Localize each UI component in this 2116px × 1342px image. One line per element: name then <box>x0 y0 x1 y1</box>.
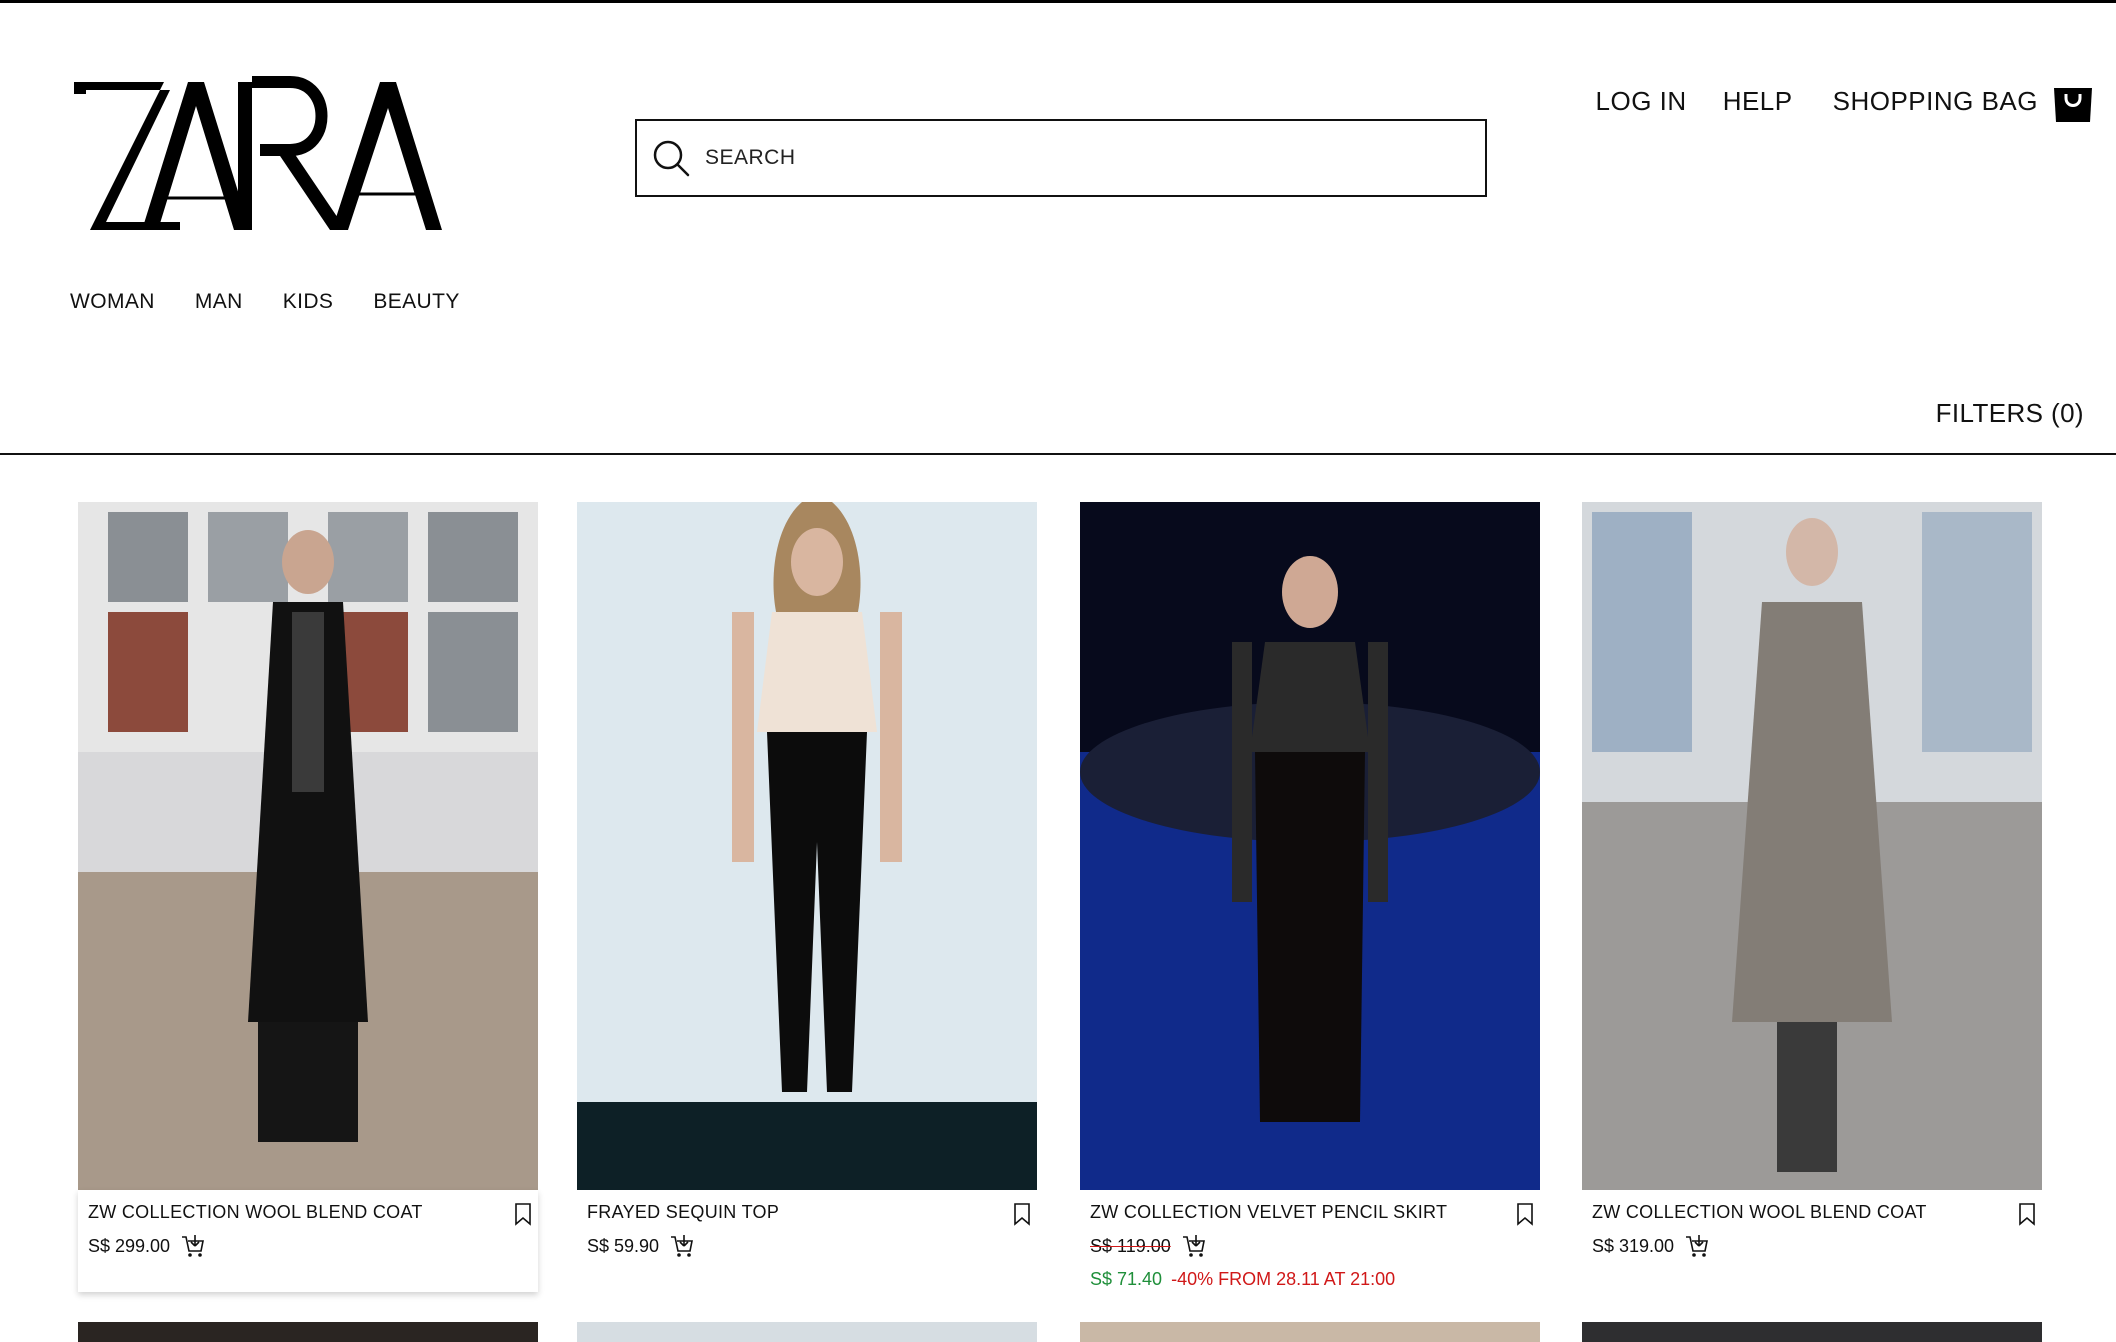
header-divider <box>0 453 2116 455</box>
category-man[interactable]: MAN <box>195 290 243 314</box>
product-info: ZW COLLECTION VELVET PENCIL SKIRT S$ 119… <box>1080 1190 1540 1300</box>
product-price: S$ 59.90 <box>587 1235 660 1256</box>
product-name[interactable]: ZW COLLECTION VELVET PENCIL SKIRT <box>1090 1202 1470 1223</box>
product-info: ZW COLLECTION WOOL BLEND COAT S$ 319.00 <box>1582 1190 2042 1269</box>
product-photo <box>78 502 538 1190</box>
shopping-bag-link[interactable]: SHOPPING BAG <box>1833 86 2038 117</box>
price-row: S$ 119.00 <box>1090 1233 1530 1259</box>
search-input[interactable] <box>705 146 1465 170</box>
product-price: S$ 319.00 <box>1592 1235 1675 1256</box>
next-row-product-image[interactable] <box>577 1322 1037 1342</box>
next-row-product-image[interactable] <box>1080 1322 1540 1342</box>
product-image[interactable] <box>78 502 538 1190</box>
category-woman[interactable]: WOMAN <box>70 290 155 314</box>
product-price: S$ 299.00 <box>88 1235 171 1256</box>
product-image[interactable] <box>1080 502 1540 1190</box>
search-box[interactable] <box>635 119 1487 197</box>
login-link[interactable]: LOG IN <box>1596 86 1687 117</box>
product-photo <box>1080 502 1540 1190</box>
zara-logo-mark <box>74 76 442 230</box>
bookmark-icon[interactable] <box>1516 1202 1534 1226</box>
price-row: S$ 319.00 <box>1592 1233 2032 1259</box>
product-info: ZW COLLECTION WOOL BLEND COAT S$ 299.00 <box>78 1190 538 1292</box>
product-photo <box>577 502 1037 1190</box>
category-beauty[interactable]: BEAUTY <box>373 290 459 314</box>
bookmark-icon[interactable] <box>2018 1202 2036 1226</box>
add-to-cart-icon[interactable] <box>1181 1233 1207 1259</box>
original-price: S$ 119.00 <box>1090 1235 1171 1256</box>
product-image[interactable] <box>577 502 1037 1190</box>
product-name[interactable]: ZW COLLECTION WOOL BLEND COAT <box>88 1202 468 1223</box>
product-card[interactable]: ZW COLLECTION WOOL BLEND COAT S$ 299.00 <box>78 502 538 1292</box>
product-photo <box>1582 502 2042 1190</box>
price-row: S$ 299.00 <box>88 1233 528 1259</box>
add-to-cart-icon[interactable] <box>180 1233 206 1259</box>
product-card[interactable]: ZW COLLECTION VELVET PENCIL SKIRT S$ 119… <box>1080 502 1540 1300</box>
bookmark-icon[interactable] <box>514 1202 532 1226</box>
category-kids[interactable]: KIDS <box>283 290 334 314</box>
sale-price: S$ 71.40 <box>1090 1269 1163 1289</box>
next-row-product-image[interactable] <box>78 1322 538 1342</box>
shopping-bag-icon[interactable] <box>2050 78 2096 124</box>
bookmark-icon[interactable] <box>1013 1202 1031 1226</box>
discount-label: -40% FROM 28.11 AT 21:00 <box>1171 1269 1396 1289</box>
search-icon <box>653 140 690 177</box>
zara-logo[interactable] <box>70 76 446 236</box>
product-info: FRAYED SEQUIN TOP S$ 59.90 <box>577 1190 1037 1269</box>
price-row: S$ 59.90 <box>587 1233 1027 1259</box>
top-nav: LOG IN HELP SHOPPING BAG <box>1596 78 2096 124</box>
category-nav: WOMAN MAN KIDS BEAUTY <box>70 290 500 314</box>
product-name[interactable]: FRAYED SEQUIN TOP <box>587 1202 967 1223</box>
top-rule <box>0 0 2116 3</box>
filters-button[interactable]: FILTERS (0) <box>1936 398 2084 429</box>
add-to-cart-icon[interactable] <box>669 1233 695 1259</box>
product-card[interactable]: FRAYED SEQUIN TOP S$ 59.90 <box>577 502 1037 1269</box>
add-to-cart-icon[interactable] <box>1684 1233 1710 1259</box>
product-card[interactable]: ZW COLLECTION WOOL BLEND COAT S$ 319.00 <box>1582 502 2042 1269</box>
sale-row: S$ 71.40 -40% FROM 28.11 AT 21:00 <box>1090 1269 1530 1290</box>
help-link[interactable]: HELP <box>1723 86 1793 117</box>
product-name[interactable]: ZW COLLECTION WOOL BLEND COAT <box>1592 1202 1972 1223</box>
product-image[interactable] <box>1582 502 2042 1190</box>
next-row-product-image[interactable] <box>1582 1322 2042 1342</box>
